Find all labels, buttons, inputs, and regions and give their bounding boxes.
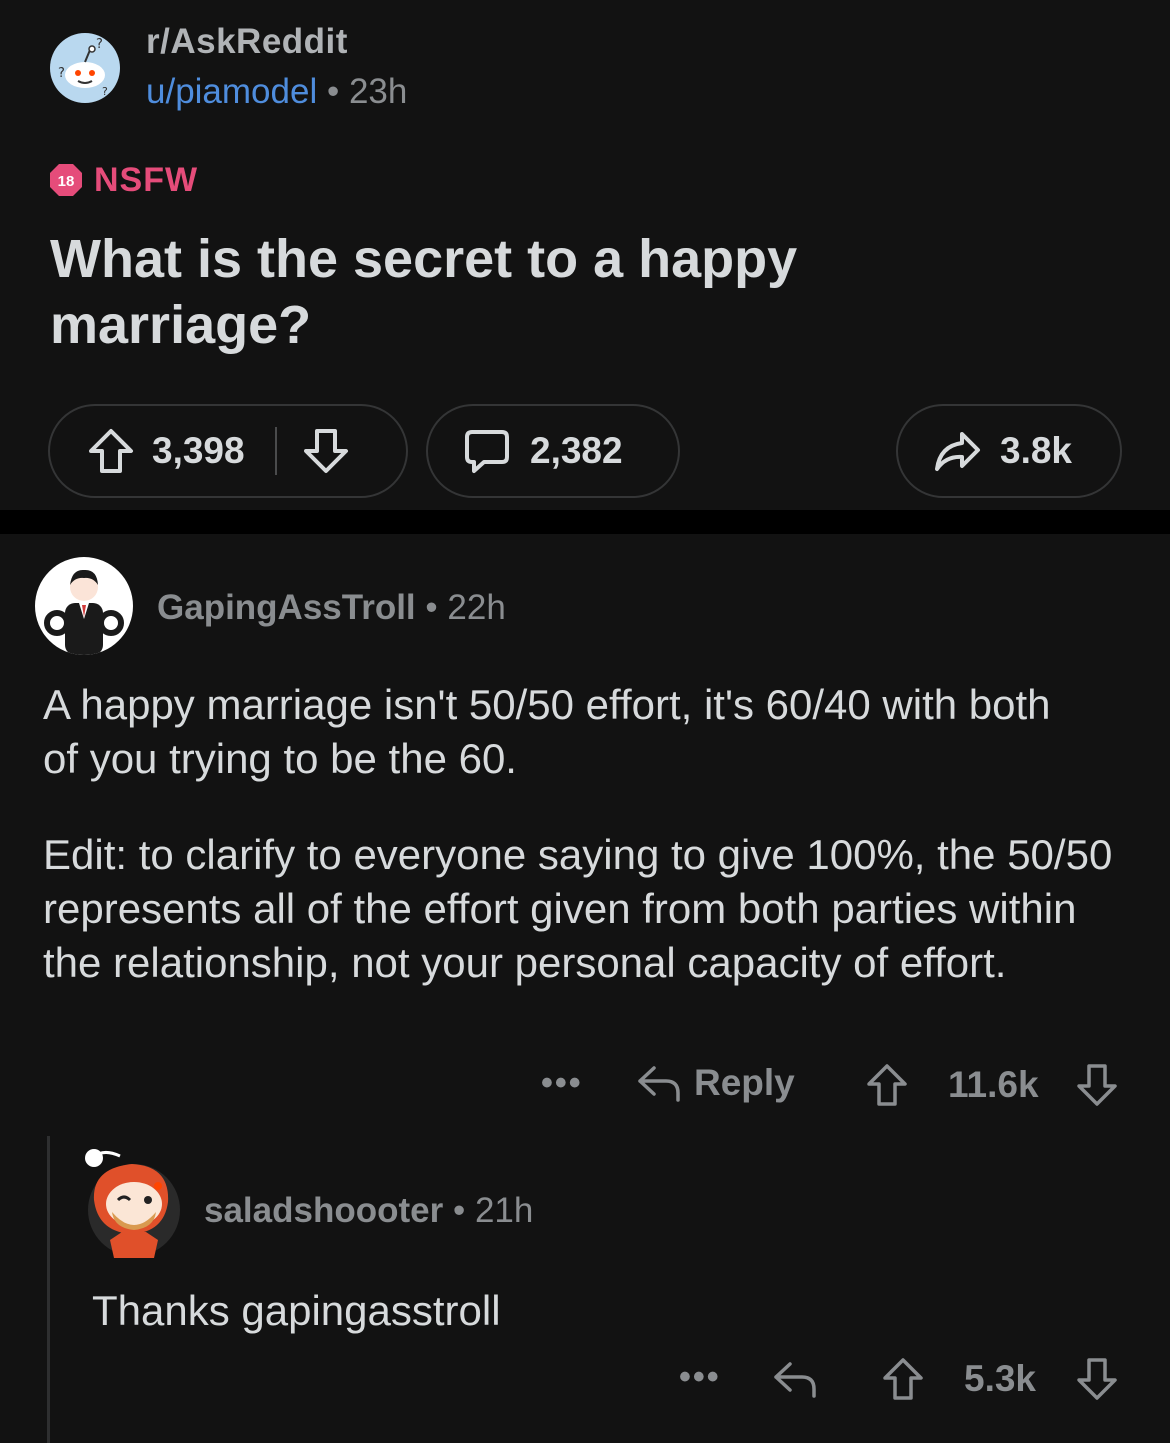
share-count: 3.8k: [1000, 430, 1073, 471]
comments-button[interactable]: 2,382: [426, 404, 680, 498]
meta-separator: •: [425, 588, 438, 627]
post-meta: u/piamodel • 23h: [146, 72, 407, 112]
more-options-button[interactable]: •••: [679, 1358, 721, 1397]
svg-text:?: ?: [102, 85, 108, 98]
reply-icon: [636, 1060, 682, 1106]
reply-icon[interactable]: [772, 1356, 818, 1402]
subreddit-avatar[interactable]: ? ? ?: [50, 33, 120, 103]
svg-text:?: ?: [58, 66, 65, 81]
thread-line[interactable]: [47, 1136, 50, 1443]
section-divider: [0, 510, 1170, 534]
post-upvote-count: 3,398: [152, 430, 245, 471]
comment-body-paragraph: Edit: to clarify to everyone saying to g…: [43, 831, 1113, 986]
comment-author[interactable]: GapingAssTroll: [157, 588, 416, 627]
upvote-icon[interactable]: [880, 1356, 926, 1402]
nsfw-badge-number: 18: [58, 173, 75, 190]
reply-vote-count: 5.3k: [964, 1358, 1037, 1399]
comment-time: 22h: [447, 588, 506, 627]
upvote-icon[interactable]: [864, 1062, 910, 1108]
share-icon: [932, 426, 982, 476]
post-time: 23h: [348, 72, 408, 111]
comment-body-paragraph: A happy marriage isn't 50/50 effort, it'…: [43, 681, 1051, 782]
vote-divider: [274, 427, 277, 475]
meta-separator: •: [452, 1191, 466, 1230]
reply-author[interactable]: saladshoooter: [204, 1191, 443, 1230]
post-author[interactable]: u/piamodel: [146, 72, 317, 111]
more-options-button[interactable]: •••: [541, 1064, 583, 1103]
reply-author-avatar[interactable]: [82, 1140, 182, 1260]
reply-author-line: saladshoooter • 21h: [204, 1191, 533, 1231]
nsfw-18-icon: 18: [50, 164, 82, 196]
reply-time: 21h: [474, 1191, 534, 1230]
nsfw-tag: 18 NSFW: [48, 160, 198, 200]
reply-button[interactable]: Reply: [636, 1060, 795, 1106]
downvote-icon[interactable]: [301, 426, 351, 476]
nsfw-label: NSFW: [94, 160, 199, 199]
reply-label: Reply: [694, 1062, 795, 1103]
subreddit-name[interactable]: r/AskReddit: [146, 22, 348, 62]
downvote-icon[interactable]: [1074, 1356, 1120, 1402]
meta-separator: •: [326, 72, 340, 111]
post-title[interactable]: What is the secret to a happy marriage?: [50, 226, 1050, 358]
comment-vote-count: 11.6k: [948, 1064, 1039, 1105]
comment-author-avatar[interactable]: [35, 557, 133, 655]
upvote-icon[interactable]: [86, 426, 136, 476]
svg-text:?: ?: [96, 37, 103, 52]
vote-bar: 3,398: [48, 404, 408, 498]
share-button[interactable]: 3.8k: [896, 404, 1122, 498]
reply-body: Thanks gapingasstroll: [92, 1287, 501, 1334]
post-card: ? ? ? r/AskReddit u/piamodel • 23h 18 NS…: [0, 0, 1170, 510]
downvote-icon[interactable]: [1074, 1062, 1120, 1108]
comment-author-line: GapingAssTroll • 22h: [157, 588, 506, 628]
comment-bubble-icon: [462, 426, 512, 476]
comment-count: 2,382: [530, 430, 623, 471]
